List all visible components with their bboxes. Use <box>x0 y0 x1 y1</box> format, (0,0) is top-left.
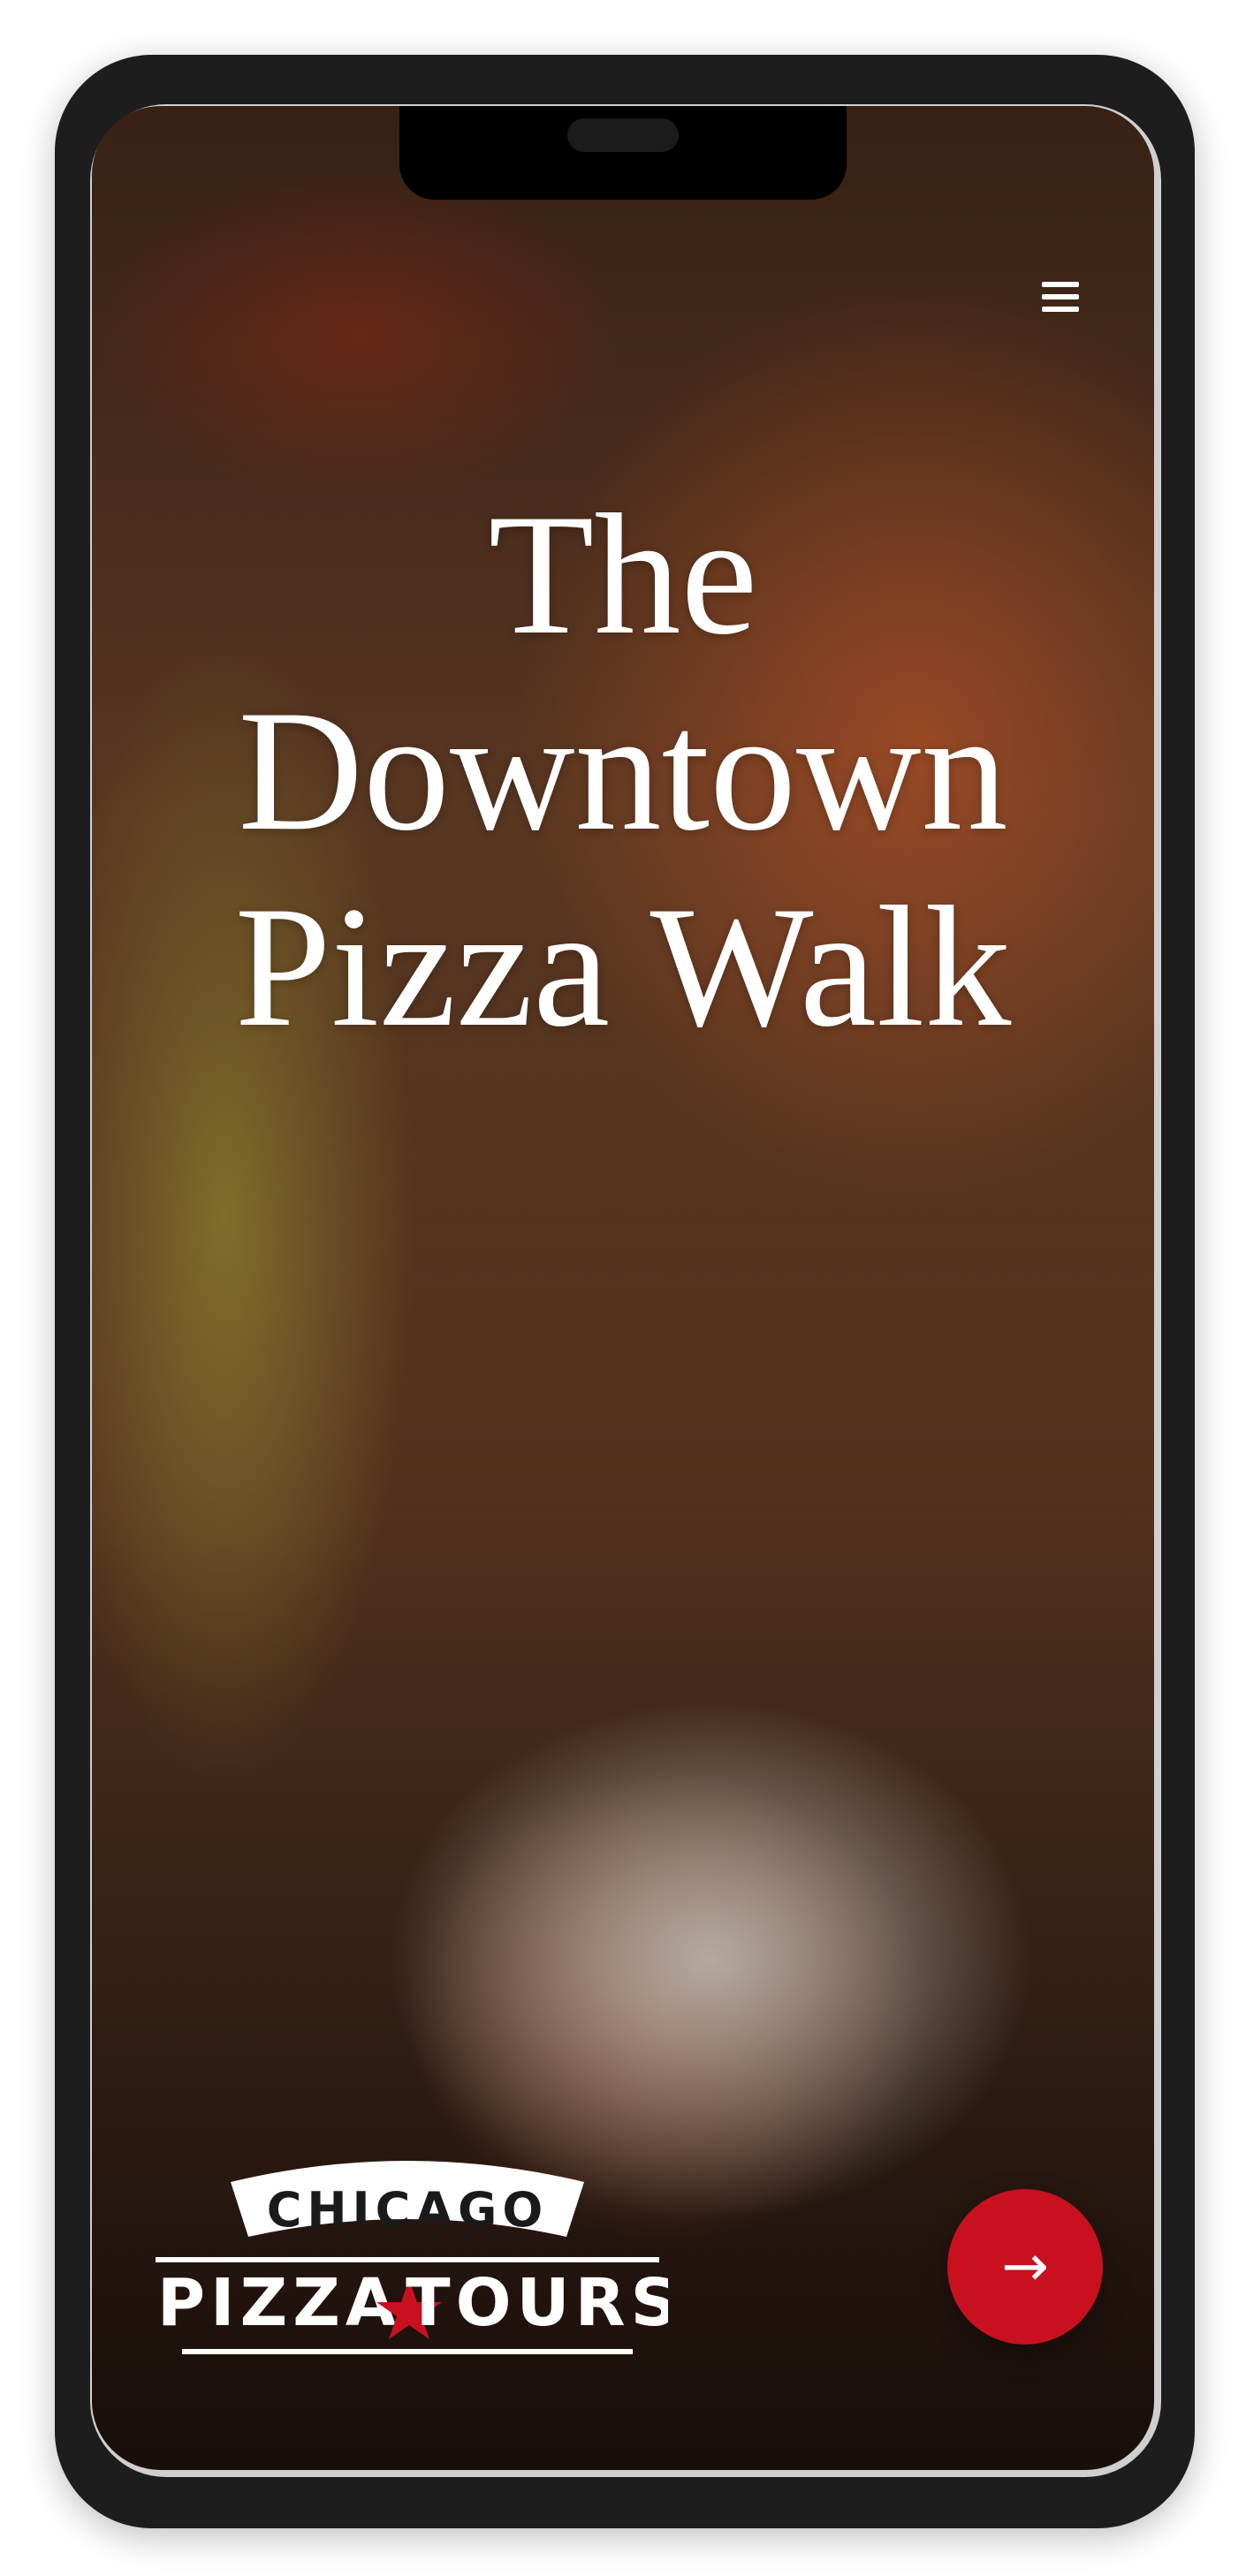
hamburger-menu-icon[interactable] <box>1029 265 1092 329</box>
logo-tours-text: TOURS <box>406 2265 668 2341</box>
title-line-3: Pizza Walk <box>234 871 1012 1063</box>
arrow-right-icon: → <box>1001 2234 1049 2299</box>
chicago-pizza-tours-logo: CHICAGO PIZZA TOURS <box>147 2156 668 2368</box>
logo-pizza-text: PIZZA <box>157 2265 401 2341</box>
next-button[interactable]: → <box>947 2189 1103 2345</box>
title-line-2: Downtown <box>238 675 1008 867</box>
title-line-1: The <box>488 479 758 671</box>
logo-chicago-text: CHICAGO <box>267 2182 549 2238</box>
speaker-icon <box>567 118 679 152</box>
phone-notch <box>399 106 847 200</box>
page-title: The Downtown Pizza Walk <box>92 477 1154 1065</box>
app-screen: The Downtown Pizza Walk CHICAGO PIZZA TO… <box>92 106 1154 2470</box>
